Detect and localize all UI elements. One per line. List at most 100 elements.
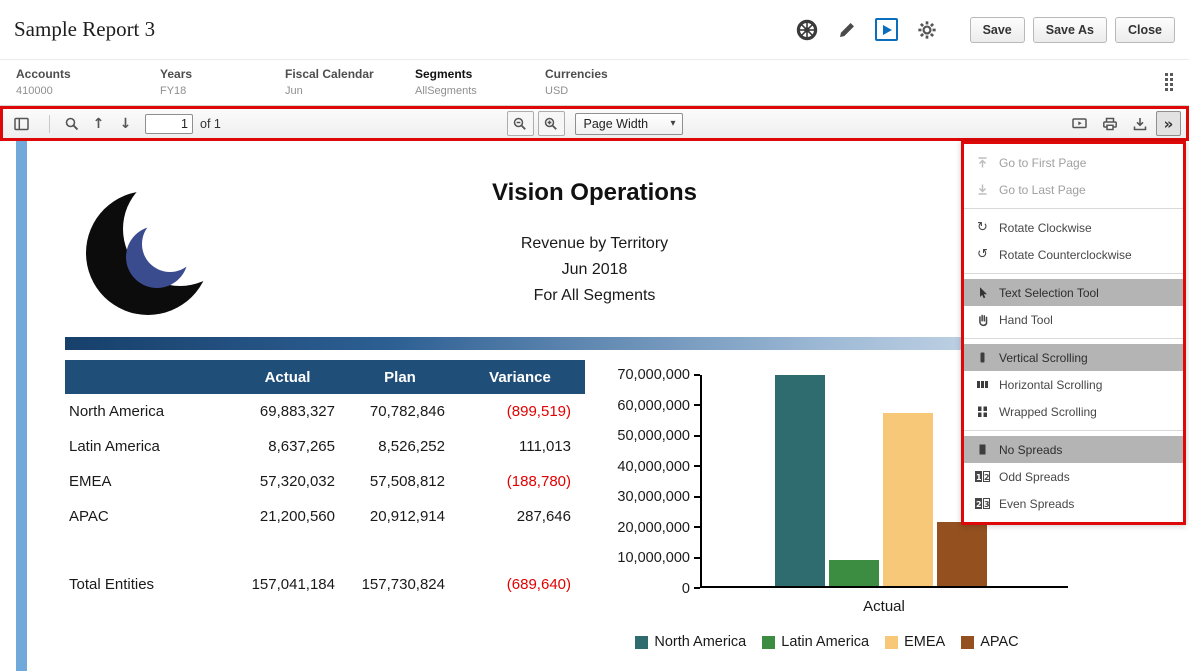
down-arrow-icon: ↓	[120, 116, 132, 132]
menu-item-text-selection-tool[interactable]: Text Selection Tool	[964, 279, 1183, 306]
zoom-controls: Page Width ▾	[507, 109, 683, 138]
menu-item-vertical-scrolling[interactable]: Vertical Scrolling	[964, 344, 1183, 371]
download-button[interactable]	[1126, 111, 1153, 136]
legend-label: Latin America	[781, 634, 869, 650]
page-count-label: of 1	[200, 117, 221, 131]
row-label: APAC	[65, 508, 230, 525]
zoom-select[interactable]: Page Width ▾	[575, 113, 683, 135]
actual-cell: 157,041,184	[230, 576, 345, 593]
zoom-select-value: Page Width	[584, 117, 649, 131]
column-header-variance: Variance	[455, 369, 585, 386]
menu-item-rotate-clockwise[interactable]: ↻ Rotate Clockwise	[964, 214, 1183, 241]
zoom-out-button[interactable]	[507, 111, 534, 136]
pov-item-fiscal-calendar[interactable]: Fiscal Calendar Jun	[285, 67, 415, 105]
legend-item: APAC	[961, 634, 1018, 650]
plan-cell: 8,526,252	[345, 438, 455, 455]
menu-item-odd-spreads[interactable]: 12 Odd Spreads	[964, 463, 1183, 490]
y-tick-label: 20,000,000	[617, 520, 690, 536]
save-button[interactable]: Save	[970, 17, 1025, 43]
pov-options-dots-icon[interactable]	[1165, 73, 1173, 91]
chart-bar-apac	[937, 522, 987, 586]
table-row: EMEA 57,320,032 57,508,812 (188,780)	[65, 464, 585, 499]
plan-cell: 57,508,812	[345, 473, 455, 490]
row-label: Latin America	[65, 438, 230, 455]
print-button[interactable]	[1096, 111, 1123, 136]
chart-bar-emea	[883, 413, 933, 586]
menu-item-hand-tool[interactable]: Hand Tool	[964, 306, 1183, 333]
zoom-in-button[interactable]	[538, 111, 565, 136]
page-number-input[interactable]	[145, 114, 193, 134]
settings-gear-icon[interactable]	[914, 17, 940, 43]
plan-cell: 157,730,824	[345, 576, 455, 593]
variance-cell: (899,519)	[455, 403, 585, 420]
variance-cell: (188,780)	[455, 473, 585, 490]
even-spreads-icon: 23	[974, 498, 991, 509]
variance-cell: 111,013	[455, 438, 585, 455]
y-tick-label: 50,000,000	[617, 428, 690, 444]
menu-item-horizontal-scrolling[interactable]: Horizontal Scrolling	[964, 371, 1183, 398]
actual-cell: 69,883,327	[230, 403, 345, 420]
column-header-plan: Plan	[345, 369, 455, 386]
legend-swatch	[762, 636, 775, 649]
save-as-button[interactable]: Save As	[1033, 17, 1107, 43]
viewer-toolbar: ↑ ↓ of 1 Page Width ▾	[0, 106, 1189, 141]
pov-bar: Accounts 410000 Years FY18 Fiscal Calend…	[0, 59, 1189, 106]
table-row: North America 69,883,327 70,782,846 (899…	[65, 394, 585, 429]
up-arrow-icon: ↑	[93, 116, 105, 132]
menu-separator	[964, 208, 1183, 209]
actual-cell: 21,200,560	[230, 508, 345, 525]
odd-spreads-icon: 12	[974, 471, 991, 482]
menu-separator	[964, 430, 1183, 431]
menu-item-wrapped-scrolling[interactable]: Wrapped Scrolling	[964, 398, 1183, 425]
legend-label: APAC	[980, 634, 1018, 650]
menu-separator	[964, 338, 1183, 339]
toggle-sidebar-button[interactable]	[8, 111, 35, 136]
legend-swatch	[885, 636, 898, 649]
variance-cell: (689,640)	[455, 576, 585, 593]
variance-cell: 287,646	[455, 508, 585, 525]
menu-item-go-to-last-page[interactable]: Go to Last Page	[964, 176, 1183, 203]
pov-item-segments[interactable]: Segments AllSegments	[415, 67, 545, 105]
legend-item: EMEA	[885, 634, 945, 650]
next-page-button[interactable]: ↓	[112, 111, 139, 136]
table-header-row: Actual Plan Variance	[65, 360, 585, 394]
vertical-scrolling-icon	[974, 351, 991, 364]
table-total-row: Total Entities 157,041,184 157,730,824 (…	[65, 567, 585, 602]
rotate-counterclockwise-icon: ↺	[974, 247, 991, 262]
search-button[interactable]	[58, 111, 85, 136]
run-icon	[875, 18, 898, 41]
menu-item-rotate-counterclockwise[interactable]: ↺ Rotate Counterclockwise	[964, 241, 1183, 268]
previous-page-button[interactable]: ↑	[85, 111, 112, 136]
viewer-tools-menu: Go to First Page Go to Last Page ↻ Rotat…	[961, 141, 1186, 525]
pov-item-currencies[interactable]: Currencies USD	[545, 67, 695, 105]
actual-cell: 57,320,032	[230, 473, 345, 490]
toolbar-right-actions: »	[1066, 111, 1181, 136]
legend-item: Latin America	[762, 634, 869, 650]
go-to-first-page-icon	[974, 156, 991, 169]
y-tick-label: 60,000,000	[617, 398, 690, 414]
row-label: EMEA	[65, 473, 230, 490]
close-button[interactable]: Close	[1115, 17, 1175, 43]
wheel-icon[interactable]	[794, 17, 820, 43]
legend-label: North America	[654, 634, 746, 650]
edit-pencil-icon[interactable]	[834, 17, 860, 43]
table-spacer-row	[65, 534, 585, 567]
legend-swatch	[635, 636, 648, 649]
menu-item-go-to-first-page[interactable]: Go to First Page	[964, 149, 1183, 176]
row-label: North America	[65, 403, 230, 420]
pov-item-years[interactable]: Years FY18	[160, 67, 285, 105]
page-title: Sample Report 3	[14, 17, 155, 42]
double-chevron-icon: »	[1164, 115, 1174, 133]
horizontal-scrolling-icon	[974, 378, 991, 391]
chevron-down-icon: ▾	[670, 118, 675, 129]
menu-item-no-spreads[interactable]: No Spreads	[964, 436, 1183, 463]
menu-item-even-spreads[interactable]: 23 Even Spreads	[964, 490, 1183, 517]
tools-menu-button[interactable]: »	[1156, 111, 1181, 136]
run-report-icon[interactable]	[874, 17, 900, 43]
chart-bar-north-america	[775, 375, 825, 586]
column-header-actual: Actual	[230, 369, 345, 386]
presentation-mode-button[interactable]	[1066, 111, 1093, 136]
y-tick-label: 40,000,000	[617, 459, 690, 475]
pov-item-accounts[interactable]: Accounts 410000	[16, 67, 160, 105]
table-row: APAC 21,200,560 20,912,914 287,646	[65, 499, 585, 534]
